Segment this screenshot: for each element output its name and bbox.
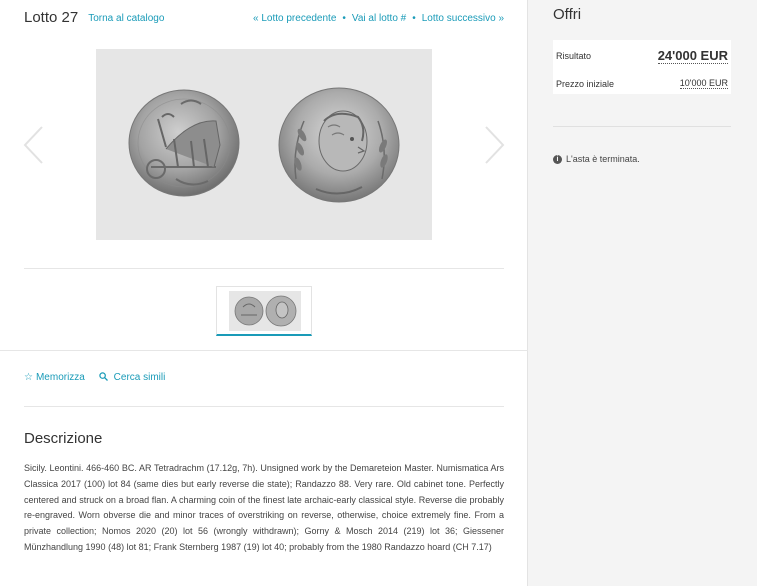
save-lot-link[interactable]: ☆ Memorizza [24, 372, 85, 383]
start-price-value: 10'000 EUR [679, 78, 728, 89]
lot-title: Lotto 27 [24, 8, 79, 26]
offer-title: Offri [553, 6, 582, 23]
coin-thumbnail[interactable] [229, 291, 301, 331]
chevron-left-icon[interactable] [22, 125, 46, 165]
coin-image[interactable] [96, 49, 432, 240]
auction-status-text: L'asta è terminata. [566, 154, 640, 164]
price-box: Risultato 24'000 EUR Prezzo iniziale 10'… [553, 40, 731, 94]
result-value: 24'000 EUR [657, 47, 728, 64]
next-lot-link[interactable]: Lotto successivo » [422, 13, 504, 24]
lot-header: Lotto 27 Torna al catalogo « Lotto prece… [24, 6, 504, 28]
search-icon [99, 372, 111, 383]
divider [24, 406, 504, 407]
lot-navigation: « Lotto precedente • Vai al lotto # • Lo… [253, 13, 504, 24]
divider [553, 126, 731, 127]
description-title: Descrizione [24, 430, 103, 447]
result-label: Risultato [556, 50, 592, 61]
info-icon: i [553, 154, 562, 164]
star-icon: ☆ [24, 372, 33, 383]
thumbnail-selected[interactable] [216, 286, 312, 336]
divider [24, 268, 504, 269]
search-similar-label: Cerca simili [113, 372, 166, 383]
previous-lot-link[interactable]: « Lotto precedente [253, 13, 336, 24]
separator: • [412, 12, 416, 24]
chevron-right-icon[interactable] [482, 125, 506, 165]
goto-lot-link[interactable]: Vai al lotto # [352, 13, 406, 24]
auction-status: i L'asta è terminata. [553, 154, 640, 164]
save-label: Memorizza [35, 372, 85, 383]
lot-actions: ☆ Memorizza Cerca simili [24, 372, 165, 383]
divider [0, 350, 528, 351]
search-similar-link[interactable]: Cerca simili [99, 372, 165, 383]
lot-panel: Lotto 27 Torna al catalogo « Lotto prece… [0, 0, 528, 586]
result-row: Risultato 24'000 EUR [553, 42, 731, 69]
start-price-label: Prezzo iniziale [556, 78, 615, 89]
separator: • [342, 12, 346, 24]
description-text: Sicily. Leontini. 466-460 BC. AR Tetradr… [24, 463, 504, 552]
back-to-catalog-link[interactable]: Torna al catalogo [88, 13, 164, 24]
start-price-row: Prezzo iniziale 10'000 EUR [553, 70, 731, 97]
